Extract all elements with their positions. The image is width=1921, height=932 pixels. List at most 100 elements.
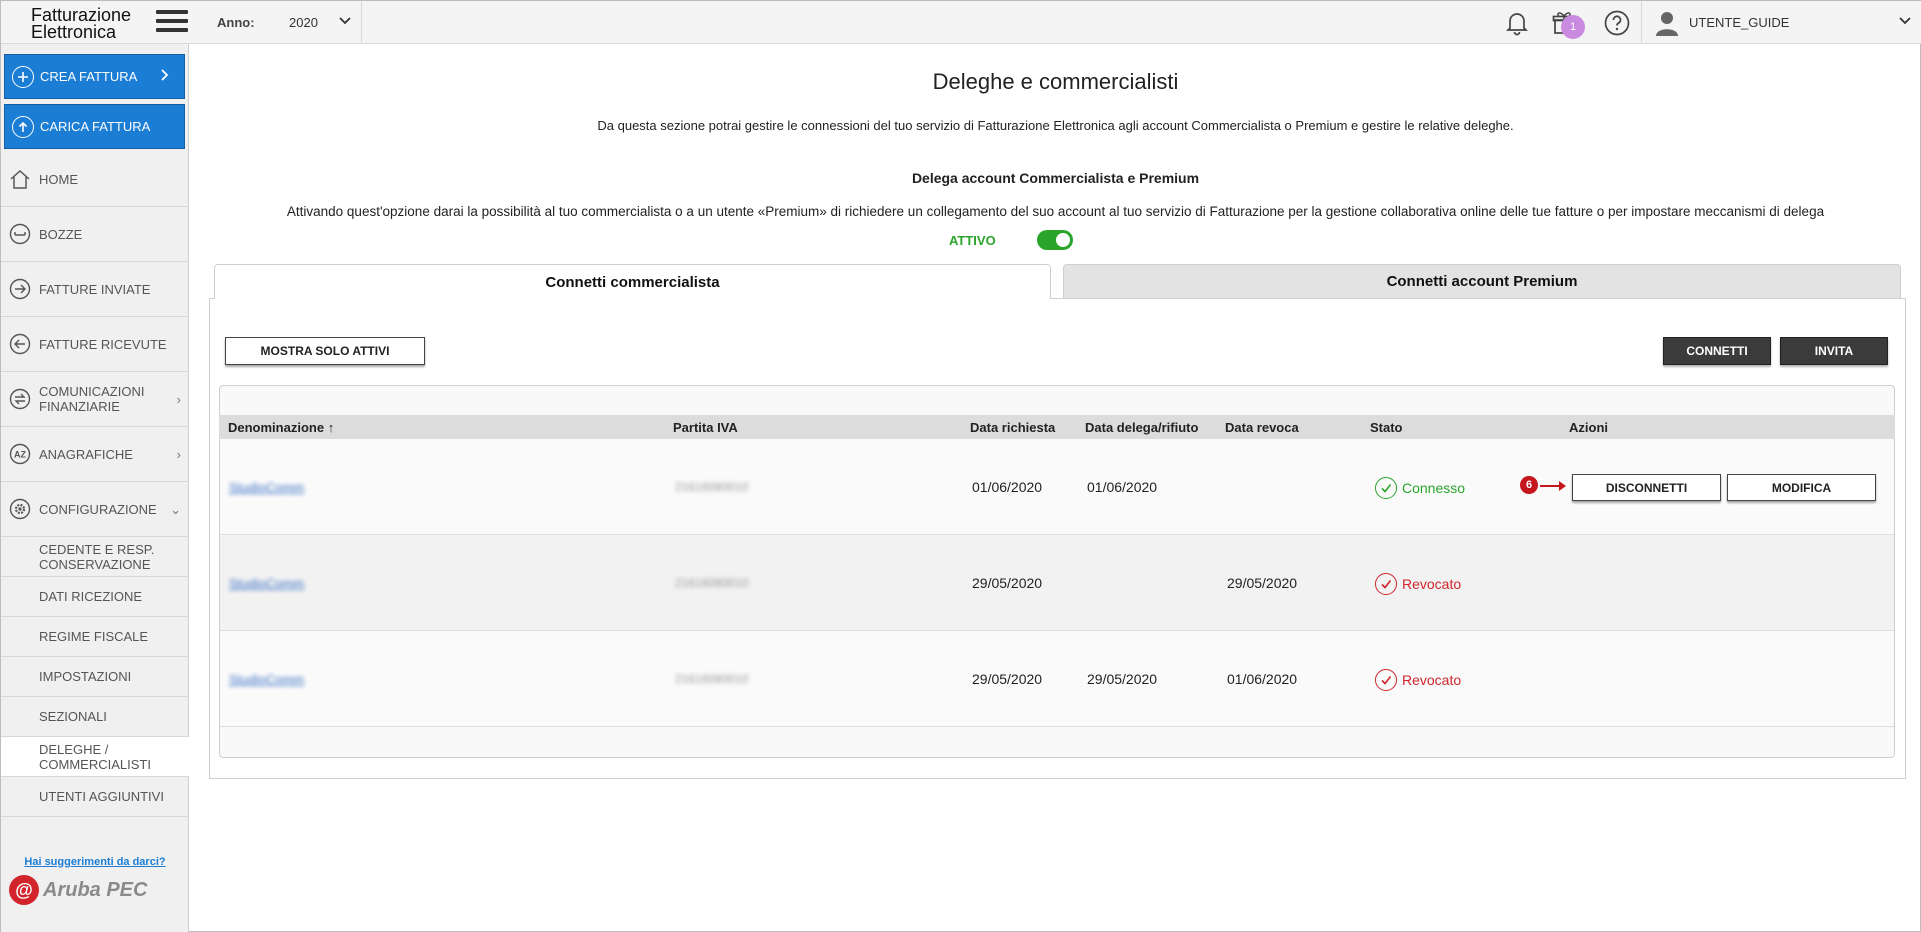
- check-circle-icon: [1375, 477, 1397, 499]
- sidebar-item-label: HOME: [39, 171, 78, 187]
- status-badge: Revocato: [1375, 573, 1461, 595]
- sidebar-subitem-impostazioni[interactable]: IMPOSTAZIONI: [1, 657, 189, 697]
- edit-button[interactable]: MODIFICA: [1727, 474, 1876, 501]
- arrow-left-circle-icon: [8, 332, 32, 356]
- page-description: Da questa sezione potrai gestire le conn…: [597, 118, 1514, 133]
- gear-icon: [8, 497, 32, 521]
- sidebar-item-sent-invoices[interactable]: FATTURE INVIATE: [1, 262, 189, 317]
- tab-connetti-commercialista[interactable]: Connetti commercialista: [214, 264, 1051, 299]
- pointer-arrow-icon: [1540, 481, 1566, 491]
- bell-icon[interactable]: [1502, 8, 1532, 38]
- aruba-brand: Aruba PEC: [43, 878, 148, 901]
- row-data-richiesta: 29/05/2020: [972, 575, 1043, 591]
- table-header: [219, 415, 1895, 439]
- row-data-richiesta: 29/05/2020: [972, 671, 1043, 687]
- gift-badge: 1: [1561, 15, 1585, 39]
- help-icon[interactable]: [1602, 8, 1632, 38]
- sidebar-item-financial-communications[interactable]: COMUNICAZIONI FINANZIARIE ›: [1, 372, 189, 427]
- column-header-stato: Stato: [1370, 420, 1403, 435]
- column-header-data-delega: Data delega/rifiuto: [1085, 420, 1199, 435]
- upload-invoice-label: CARICA FATTURA: [40, 119, 151, 134]
- table-row: [220, 631, 1894, 727]
- check-circle-icon: [1375, 573, 1397, 595]
- app-logo[interactable]: Fatturazione Elettronica: [31, 6, 131, 42]
- row-data-revoca: 01/06/2020: [1227, 671, 1298, 687]
- top-bar: Fatturazione Elettronica Anno: 2020 1 UT…: [1, 1, 1921, 44]
- sidebar-subitem-deleghe[interactable]: DELEGHE / COMMERCIALISTI: [1, 737, 189, 777]
- sidebar-subitem-cedente[interactable]: CEDENTE E RESP. CONSERVAZIONE: [1, 537, 189, 577]
- sidebar-item-home[interactable]: HOME: [1, 152, 189, 207]
- column-header-data-richiesta: Data richiesta: [970, 420, 1056, 435]
- invite-button[interactable]: INVITA: [1780, 337, 1888, 365]
- table-row: [220, 535, 1894, 631]
- sidebar-item-received-invoices[interactable]: FATTURE RICEVUTE: [1, 317, 189, 372]
- upload-invoice-button[interactable]: CARICA FATTURA: [4, 104, 185, 149]
- sidebar-subitem-sezionali[interactable]: SEZIONALI: [1, 697, 189, 737]
- delega-section-description: Attivando quest'opzione darai la possibi…: [286, 204, 1825, 219]
- row-denominazione-link[interactable]: StudioComm: [229, 672, 304, 687]
- sidebar-item-configuration[interactable]: CONFIGURAZIONE ⌄: [1, 482, 189, 537]
- row-denominazione-link[interactable]: StudioComm: [229, 576, 304, 591]
- chevron-right-icon: ›: [176, 392, 181, 407]
- divider: [361, 1, 362, 44]
- create-invoice-label: CREA FATTURA: [40, 69, 138, 84]
- sidebar-item-registry[interactable]: AZ ANAGRAFICHE ›: [1, 427, 189, 482]
- chevron-down-icon: ⌄: [170, 502, 181, 517]
- sidebar-item-label: ANAGRAFICHE: [39, 446, 133, 462]
- status-badge: Revocato: [1375, 669, 1461, 691]
- show-active-only-button[interactable]: MOSTRA SOLO ATTIVI: [225, 337, 425, 365]
- chevron-right-icon: [161, 69, 169, 81]
- row-partita-iva: 21616080010: [675, 576, 749, 590]
- user-name[interactable]: UTENTE_GUIDE: [1689, 15, 1789, 30]
- row-partita-iva: 21616080010: [675, 480, 749, 494]
- year-select[interactable]: 2020: [289, 15, 318, 30]
- sidebar-subitem-regime-fiscale[interactable]: REGIME FISCALE: [1, 617, 189, 657]
- row-data-richiesta: 01/06/2020: [972, 479, 1043, 495]
- chevron-right-icon: ›: [176, 447, 181, 462]
- step-marker: 6: [1520, 476, 1538, 494]
- row-denominazione-link[interactable]: StudioComm: [229, 480, 304, 495]
- aruba-logo: @ Aruba PEC: [9, 875, 147, 905]
- year-label: Anno:: [217, 15, 255, 30]
- create-invoice-button[interactable]: CREA FATTURA: [4, 54, 185, 99]
- toggle-status-label: ATTIVO: [949, 233, 996, 248]
- delega-section-title: Delega account Commercialista e Premium: [911, 170, 1200, 186]
- page-title: Deleghe e commercialisti: [932, 69, 1179, 94]
- column-header-data-revoca: Data revoca: [1225, 420, 1299, 435]
- upload-circle-icon: [12, 115, 34, 138]
- divider: [1641, 1, 1642, 44]
- logo-line-2: Elettronica: [31, 22, 117, 42]
- row-data-revoca: 29/05/2020: [1227, 575, 1298, 591]
- disconnect-button[interactable]: DISCONNETTI: [1572, 474, 1721, 501]
- connect-button[interactable]: CONNETTI: [1663, 337, 1771, 365]
- sidebar-item-label: CONFIGURAZIONE: [39, 501, 157, 517]
- chevron-down-icon[interactable]: [1897, 13, 1913, 29]
- status-badge: Connesso: [1375, 477, 1465, 499]
- app-window: Fatturazione Elettronica Anno: 2020 1 UT…: [0, 0, 1921, 932]
- az-icon: AZ: [8, 442, 32, 466]
- sidebar-item-drafts[interactable]: BOZZE: [1, 207, 189, 262]
- sidebar: CREA FATTURA CARICA FATTURA HOME BOZZE F…: [1, 44, 189, 932]
- drafts-icon: [8, 222, 32, 246]
- sidebar-item-label: FATTURE RICEVUTE: [39, 336, 167, 352]
- row-data-delega: 01/06/2020: [1087, 479, 1158, 495]
- delega-toggle-switch[interactable]: [1037, 230, 1073, 250]
- suggestions-link[interactable]: Hai suggerimenti da darci?: [1, 856, 189, 868]
- column-header-denominazione[interactable]: Denominazione ↑: [228, 420, 334, 435]
- row-data-delega: 29/05/2020: [1087, 671, 1158, 687]
- tab-connetti-premium[interactable]: Connetti account Premium: [1063, 264, 1901, 298]
- hamburger-menu-icon[interactable]: [156, 10, 188, 34]
- check-circle-icon: [1375, 669, 1397, 691]
- sidebar-item-label: COMUNICAZIONI FINANZIARIE: [39, 384, 145, 414]
- arrow-right-circle-icon: [8, 277, 32, 301]
- svg-text:AZ: AZ: [14, 450, 26, 460]
- user-avatar-icon[interactable]: [1652, 8, 1682, 38]
- sidebar-item-label: BOZZE: [39, 226, 83, 242]
- sidebar-item-label: FATTURE INVIATE: [39, 281, 151, 297]
- column-header-azioni: Azioni: [1569, 420, 1608, 435]
- chevron-down-icon[interactable]: [337, 13, 353, 29]
- sidebar-subitem-utenti-aggiuntivi[interactable]: UTENTI AGGIUNTIVI: [1, 777, 189, 817]
- sidebar-subitem-dati-ricezione[interactable]: DATI RICEZIONE: [1, 577, 189, 617]
- sort-arrow-icon: ↑: [327, 420, 335, 435]
- aruba-seal-icon: @: [9, 875, 39, 905]
